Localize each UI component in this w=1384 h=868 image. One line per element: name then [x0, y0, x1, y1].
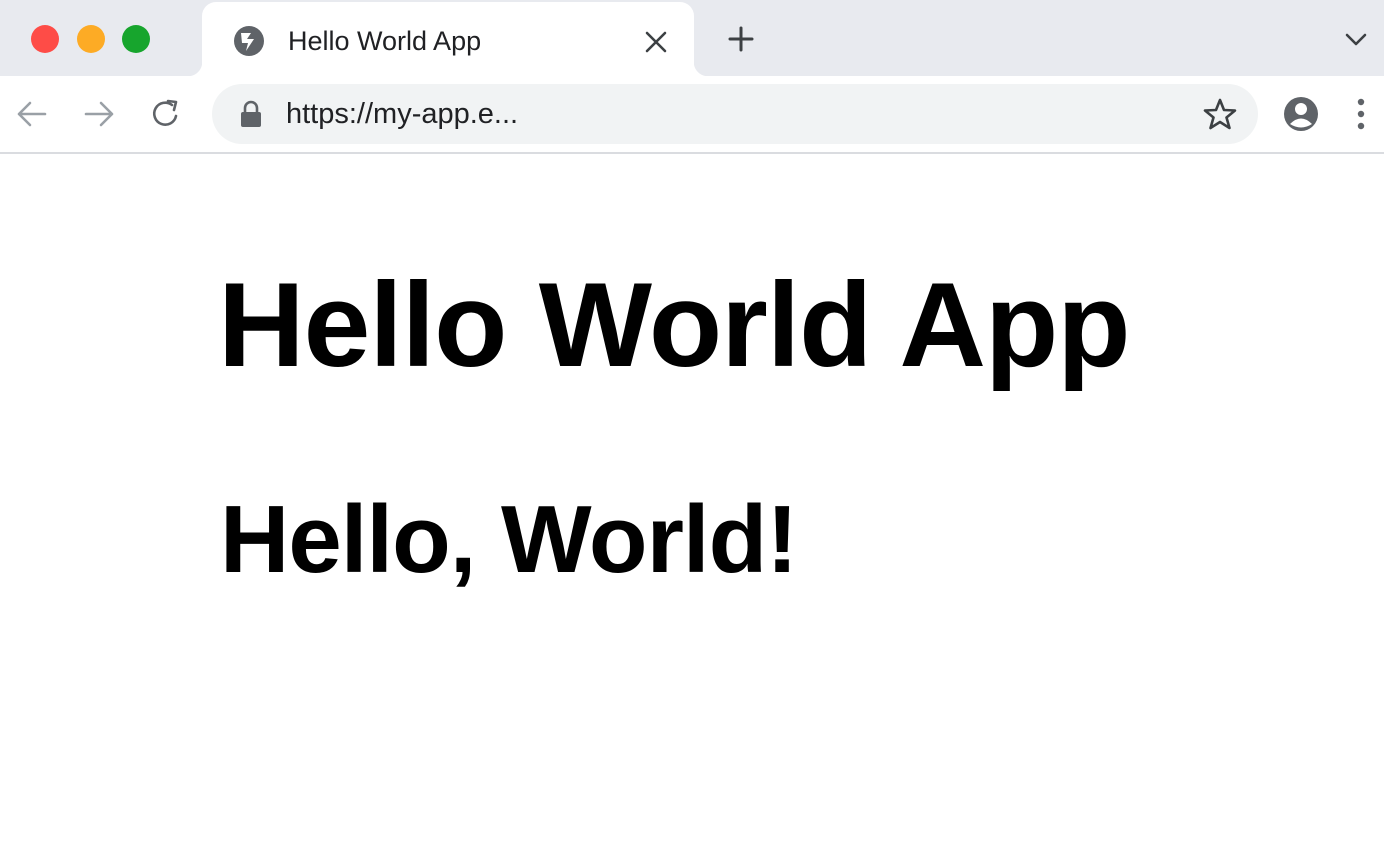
window-close-button[interactable]	[31, 25, 59, 53]
arrow-left-icon[interactable]	[13, 95, 51, 133]
page-title: Hello World App	[218, 258, 1131, 392]
address-bar[interactable]: https://my-app.e...	[212, 84, 1258, 144]
page-content: Hello World App Hello, World!	[0, 154, 1384, 868]
tab-title: Hello World App	[288, 26, 482, 56]
window-maximize-button[interactable]	[122, 25, 150, 53]
window-minimize-button[interactable]	[77, 25, 105, 53]
url-text[interactable]: https://my-app.e...	[286, 96, 518, 132]
star-icon[interactable]	[1202, 96, 1238, 132]
tab-strip: Hello World App	[0, 0, 1384, 76]
globe-icon	[232, 24, 266, 58]
tab-close-icon[interactable]	[642, 28, 670, 56]
new-tab-icon[interactable]	[724, 22, 758, 56]
lock-icon[interactable]	[239, 100, 263, 128]
greeting-text: Hello, World!	[220, 486, 798, 593]
arrow-right-icon[interactable]	[80, 95, 118, 133]
browser-window: Hello World App https://my-app.e... Hell…	[0, 0, 1384, 868]
profile-icon[interactable]	[1282, 95, 1320, 133]
browser-toolbar: https://my-app.e...	[0, 76, 1384, 154]
browser-tab[interactable]: Hello World App	[188, 2, 708, 76]
chevron-down-icon[interactable]	[1340, 24, 1372, 54]
more-vertical-icon[interactable]	[1350, 95, 1372, 133]
reload-icon[interactable]	[147, 95, 185, 133]
